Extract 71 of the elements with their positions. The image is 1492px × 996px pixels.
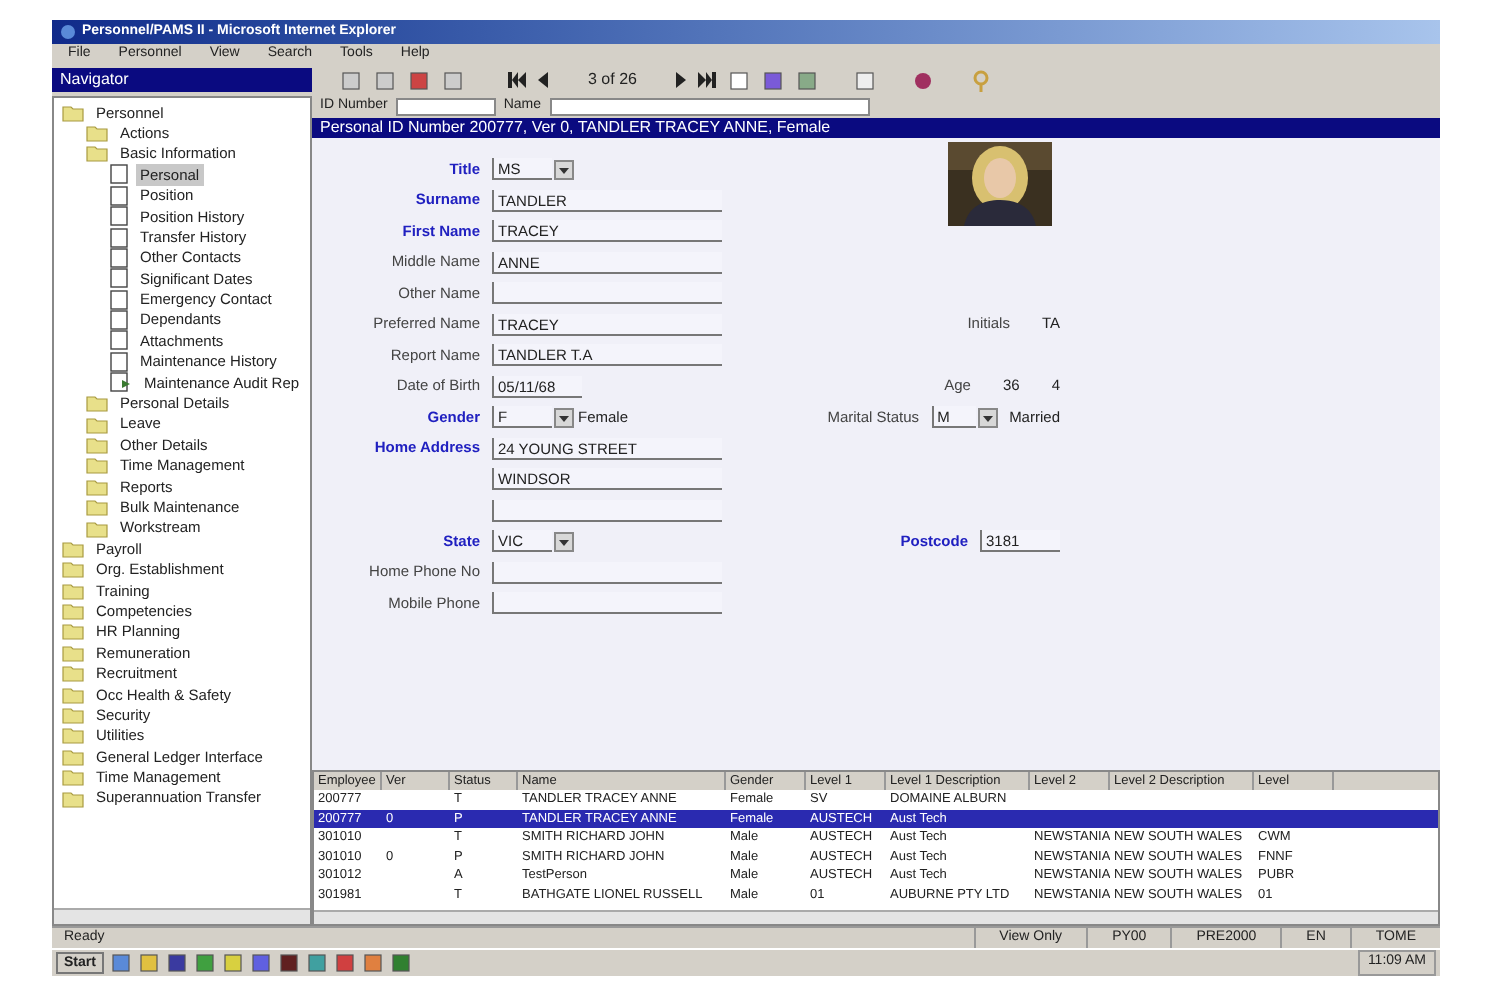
toolbar-icon[interactable] [442,69,464,91]
input-field[interactable] [492,561,722,583]
browser-icon [60,24,76,40]
page-icon [110,164,128,185]
name-field[interactable] [549,98,870,116]
folder-icon [86,415,108,434]
folder-icon [86,477,108,496]
next-record-icon[interactable] [676,72,687,88]
folder-icon [62,747,84,766]
folder-icon [86,456,108,475]
folder-icon [62,539,84,558]
previous-record-icon[interactable] [538,72,548,88]
quick-launch-icon[interactable] [249,952,272,974]
first-record-icon[interactable] [508,72,526,88]
page-icon [110,185,128,206]
page-icon [110,310,128,331]
dropdown-icon[interactable] [554,531,574,551]
folder-icon [86,498,108,517]
toolbar-icon[interactable] [408,69,430,91]
folder-icon [62,768,84,787]
folder-icon [62,602,84,621]
toolbar-icon[interactable] [340,69,362,91]
toolbar-icon[interactable] [854,69,877,91]
page-icon [110,330,128,351]
folder-icon [62,581,84,600]
record-counter: 3 of 26 [588,68,637,92]
navigator-header: Navigator [52,68,312,92]
quick-launch-icon[interactable] [193,952,216,974]
folder-icon [86,435,108,454]
input-field[interactable] [492,282,722,304]
folder-icon [62,622,84,641]
toolbar-icon[interactable] [762,69,785,91]
page-icon [110,351,128,372]
quick-launch-icon[interactable] [305,952,328,974]
dropdown-icon[interactable] [554,407,574,427]
folder-icon [86,144,108,163]
scroll-bar[interactable] [314,910,1438,924]
dropdown-icon[interactable] [977,407,998,427]
toolbar-icon[interactable] [796,69,819,91]
folder-icon [62,103,84,122]
quick-launch-icon[interactable] [165,952,188,974]
folder-icon [86,124,108,143]
record-header: Personal ID Number 200777, Ver 0, TANDLER TRACEY ANNE, Female [312,118,1440,138]
quick-launch-icon[interactable] [277,952,300,974]
folder-icon [62,664,84,683]
quick-launch-icon[interactable] [333,952,356,974]
folder-icon [62,685,84,704]
page-icon [110,227,128,248]
report-icon [110,372,132,393]
dropdown-icon[interactable] [554,159,574,179]
folder-icon [62,789,84,808]
page-icon [110,247,128,268]
page-icon [110,206,128,227]
input-field[interactable] [492,499,722,521]
input-field[interactable] [492,592,722,614]
quick-launch-icon[interactable] [109,952,132,974]
last-record-icon[interactable] [698,72,717,88]
page-icon [110,268,128,289]
folder-icon [62,726,84,745]
toolbar-icon[interactable] [728,69,751,91]
folder-icon [86,519,108,537]
record-icon[interactable] [912,69,935,91]
folder-icon [62,706,84,725]
folder-icon [62,643,84,662]
scroll-bar[interactable] [54,908,310,924]
quick-launch-icon[interactable] [389,952,412,974]
id-number-field[interactable] [395,98,496,116]
toolbar-icon[interactable] [374,69,396,91]
folder-icon [86,394,108,413]
page-icon [110,289,128,310]
folder-icon [62,560,84,579]
